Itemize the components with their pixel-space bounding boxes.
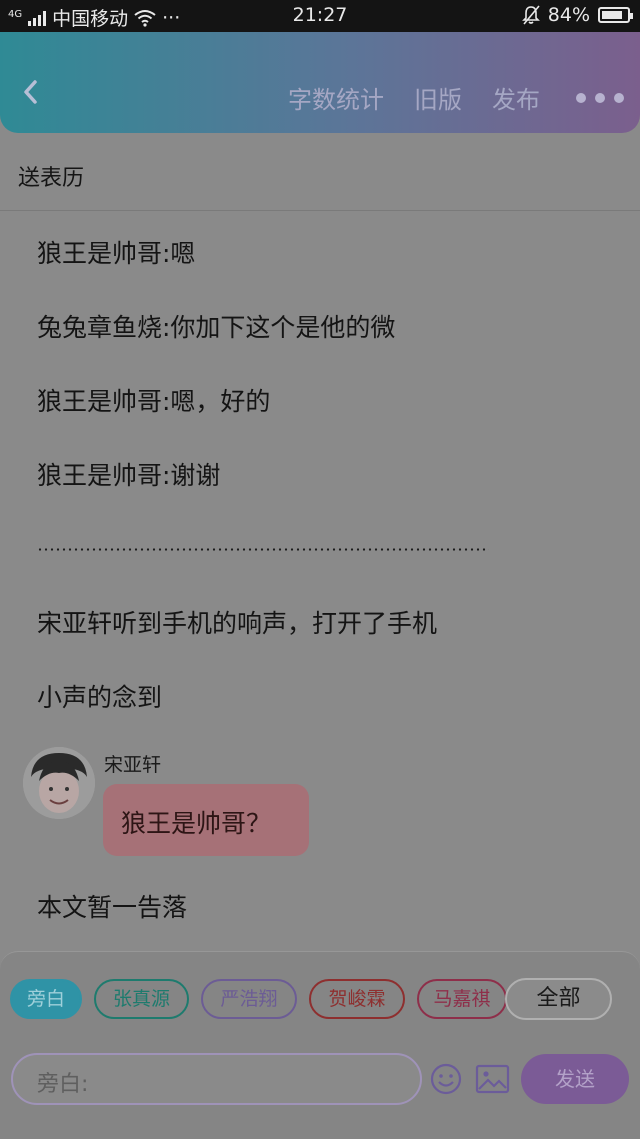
role-chip-he-junlin[interactable]: 贺峻霖 [309, 979, 405, 1019]
dialogue-bubble[interactable]: 狼王是帅哥？ [103, 784, 309, 856]
all-roles-button[interactable]: 全部 [505, 978, 612, 1020]
mute-bell-icon [521, 5, 540, 25]
speaker-name: 宋亚轩 [104, 754, 162, 776]
story-line: 狼王是帅哥:嗯 [37, 239, 196, 268]
story-line: 小声的念到 [37, 683, 163, 712]
battery-icon [598, 7, 633, 23]
story-line: 狼王是帅哥:谢谢 [37, 461, 221, 490]
status-bar: 4G 中国移动 ··· 21:27 84% [0, 0, 640, 32]
image-icon[interactable] [475, 1064, 510, 1094]
story-line: 狼王是帅哥:嗯，好的 [37, 387, 271, 416]
role-chip-narration[interactable]: 旁白 [10, 979, 82, 1019]
avatar [23, 747, 95, 819]
ellipsis-separator [37, 548, 489, 551]
story-line: 本文暂一告落 [37, 893, 188, 922]
story-line: 宋亚轩听到手机的响声，打开了手机 [37, 609, 438, 638]
role-chip-ma-jiaqi[interactable]: 马嘉祺 [417, 979, 507, 1019]
editor-header: 字数统计 旧版 发布 [0, 32, 640, 133]
document-title[interactable]: 送表历 [18, 160, 84, 192]
story-line: 兔兔章鱼烧:你加下这个是他的微 [37, 313, 396, 342]
more-options-icon[interactable] [576, 92, 624, 103]
publish-button[interactable]: 发布 [492, 80, 540, 115]
send-button[interactable]: 发送 [521, 1054, 629, 1104]
emoji-icon[interactable] [430, 1063, 462, 1095]
title-divider [0, 210, 640, 211]
back-arrow-icon[interactable] [20, 78, 42, 106]
old-version-button[interactable]: 旧版 [414, 80, 462, 115]
battery-percent: 84% [547, 4, 590, 26]
role-chip-zhang-zhenyuan[interactable]: 张真源 [94, 979, 189, 1019]
message-input[interactable]: 旁白: [11, 1053, 422, 1105]
role-chip-yan-haoxiang[interactable]: 严浩翔 [201, 979, 297, 1019]
role-chips: 旁白 张真源 严浩翔 贺峻霖 马嘉祺 [10, 979, 507, 1019]
word-count-button[interactable]: 字数统计 [288, 80, 384, 115]
